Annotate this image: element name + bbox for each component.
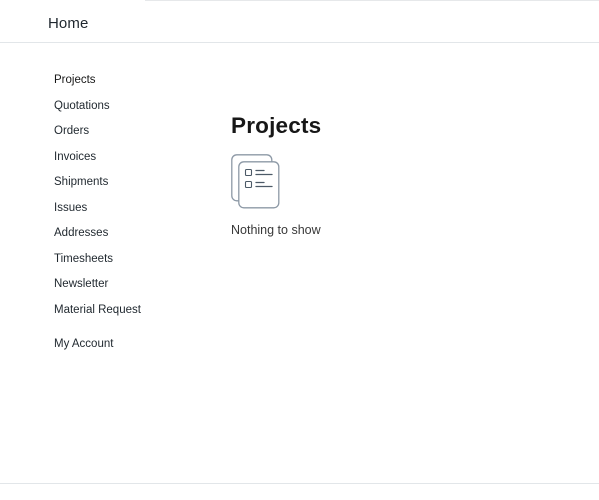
portal-page: Home Projects Quotations Orders Invoices… (0, 0, 599, 500)
main-content: Projects Nothing to show (231, 112, 571, 237)
sidebar-item-projects[interactable]: Projects (54, 72, 204, 98)
page-title: Projects (231, 113, 322, 138)
sidebar: Projects Quotations Orders Invoices Ship… (54, 72, 204, 362)
top-strip-shadow (145, 0, 599, 1)
sidebar-item-invoices[interactable]: Invoices (54, 149, 204, 175)
sidebar-item-quotations[interactable]: Quotations (54, 98, 204, 124)
sidebar-item-my-account[interactable]: My Account (54, 336, 204, 362)
footer-divider (0, 483, 599, 484)
sidebar-item-material-request[interactable]: Material Request (54, 302, 204, 328)
home-link[interactable]: Home (48, 15, 88, 32)
navbar: Home (0, 6, 599, 43)
sidebar-item-shipments[interactable]: Shipments (54, 174, 204, 200)
empty-list-icon (231, 154, 281, 210)
sidebar-item-orders[interactable]: Orders (54, 123, 204, 149)
sidebar-item-issues[interactable]: Issues (54, 200, 204, 226)
empty-state-message: Nothing to show (231, 223, 321, 237)
sidebar-item-newsletter[interactable]: Newsletter (54, 276, 204, 302)
top-strip (0, 0, 599, 5)
sidebar-divider-gap (54, 327, 204, 336)
sidebar-item-addresses[interactable]: Addresses (54, 225, 204, 251)
sidebar-item-timesheets[interactable]: Timesheets (54, 251, 204, 277)
